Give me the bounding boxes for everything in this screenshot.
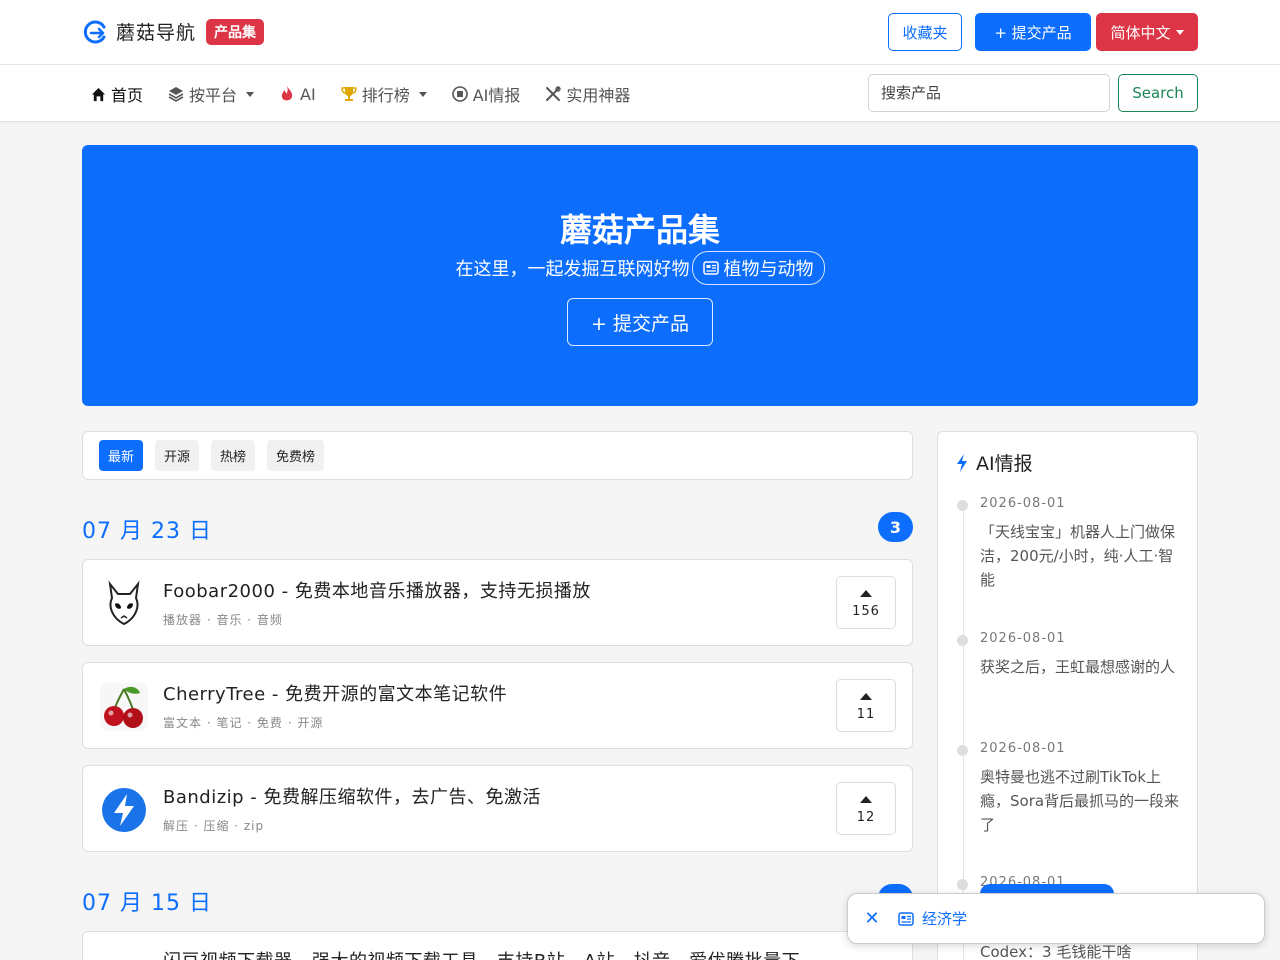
nav-label: AI情报 bbox=[472, 86, 521, 105]
news-date: 2026-08-01 bbox=[980, 631, 1066, 646]
language-dropdown[interactable]: 简体中文 bbox=[1096, 13, 1198, 51]
filter-tab-opensource[interactable]: 开源 bbox=[155, 440, 200, 471]
fire-icon bbox=[278, 85, 296, 103]
news-text[interactable]: 获奖之后，王虹最想感谢的人 bbox=[980, 655, 1180, 679]
chip-icon bbox=[451, 85, 469, 103]
home-icon bbox=[89, 85, 107, 103]
timeline-dot bbox=[957, 500, 968, 511]
filter-tab-latest[interactable]: 最新 bbox=[99, 440, 144, 471]
date-heading: 07 月 15 日 bbox=[82, 891, 212, 916]
nav-label: 排行榜 bbox=[361, 86, 410, 105]
nav-item-ai[interactable]: AI bbox=[278, 82, 316, 106]
hero-category-tag[interactable]: 植物与动物 bbox=[691, 251, 825, 285]
upvote-arrow-icon bbox=[860, 796, 872, 803]
hero-subtitle: 在这里，一起发掘互联网好物 bbox=[455, 259, 690, 280]
hero-tag-label: 植物与动物 bbox=[723, 259, 814, 280]
sidebar-title-text: AI情报 bbox=[976, 453, 1033, 475]
product-tags: 富文本 · 笔记 · 免费 · 开源 bbox=[163, 716, 324, 730]
nav-item-ai-news[interactable]: AI情报 bbox=[451, 82, 521, 106]
vote-count: 11 bbox=[856, 707, 876, 722]
language-label: 简体中文 bbox=[1110, 23, 1171, 42]
hero-banner: 蘑菇产品集 在这里，一起发掘互联网好物 植物与动物 + 提交产品 bbox=[82, 145, 1198, 406]
news-text[interactable]: 奥特曼也逃不过刷TikTok上瘾，Sora背后最抓马的一段来了 bbox=[980, 765, 1180, 837]
nav-label: 按平台 bbox=[189, 86, 238, 105]
nav-item-platform[interactable]: 按平台 bbox=[167, 82, 255, 106]
trophy-icon bbox=[340, 85, 358, 103]
product-tags: 解压 · 压缩 · zip bbox=[163, 819, 265, 833]
brand-logo-icon bbox=[83, 20, 106, 43]
nav-label: 首页 bbox=[111, 86, 144, 105]
nav-item-tools[interactable]: 实用神器 bbox=[544, 82, 630, 106]
chevron-down-icon bbox=[1175, 29, 1184, 35]
close-icon[interactable]: ✕ bbox=[864, 908, 880, 929]
ai-news-sidebar: AI情报 2026-08-01 「天线宝宝」机器人上门做保洁，200元/小时，纯… bbox=[937, 431, 1198, 960]
brand-name: 蘑菇导航 bbox=[116, 22, 197, 44]
tools-icon bbox=[544, 85, 562, 103]
upvote-button[interactable]: 12 bbox=[836, 782, 896, 835]
timeline-dot bbox=[957, 879, 968, 890]
top-bar: 蘑菇导航 产品集 收藏夹 + 提交产品 简体中文 bbox=[0, 0, 1280, 65]
product-title[interactable]: 闪豆视频下载器 - 强大的视频下载工具，支持B站、A站、抖音、爱优腾批量下 bbox=[163, 947, 800, 960]
search-button[interactable]: Search bbox=[1118, 74, 1198, 112]
layers-icon bbox=[167, 85, 185, 103]
search-input[interactable] bbox=[868, 74, 1110, 112]
upvote-arrow-icon bbox=[860, 590, 872, 597]
nav-label: AI bbox=[300, 84, 316, 104]
timeline-line bbox=[963, 502, 964, 960]
upvote-button[interactable]: 156 bbox=[836, 576, 896, 629]
favorites-button[interactable]: 收藏夹 bbox=[888, 13, 962, 51]
nav-menu: 首页 按平台 AI 排行榜 AI情报 实用神器 bbox=[89, 82, 654, 106]
product-card[interactable]: Foobar2000 - 免费本地音乐播放器，支持无损播放 播放器 · 音乐 ·… bbox=[82, 559, 913, 646]
chevron-down-icon bbox=[418, 91, 427, 97]
product-tags: 播放器 · 音乐 · 音频 bbox=[163, 613, 283, 627]
category-toast[interactable]: ✕ 经济学 bbox=[847, 893, 1265, 944]
product-title[interactable]: CherryTree - 免费开源的富文本笔记软件 bbox=[163, 680, 507, 706]
filter-tab-free[interactable]: 免费榜 bbox=[267, 440, 325, 471]
lightning-icon bbox=[957, 453, 967, 472]
timeline-dot bbox=[957, 745, 968, 756]
alien-logo-icon bbox=[108, 580, 140, 626]
toast-content[interactable]: 经济学 bbox=[898, 908, 967, 929]
nav-item-ranking[interactable]: 排行榜 bbox=[340, 82, 427, 106]
product-title[interactable]: Foobar2000 - 免费本地音乐播放器，支持无损播放 bbox=[163, 577, 591, 603]
hero-subtitle-row: 在这里，一起发掘互联网好物 植物与动物 bbox=[82, 251, 1198, 285]
news-card-icon bbox=[702, 261, 719, 275]
brand[interactable]: 蘑菇导航 产品集 bbox=[82, 18, 265, 45]
filter-tabs: 最新 开源 热榜 免费榜 bbox=[82, 431, 913, 480]
vote-count: 12 bbox=[856, 810, 876, 825]
toast-label: 经济学 bbox=[922, 910, 968, 928]
chevron-down-icon bbox=[246, 91, 255, 97]
cherry-logo-icon bbox=[100, 683, 148, 731]
hero-submit-button[interactable]: + 提交产品 bbox=[567, 298, 713, 346]
date-heading: 07 月 23 日 bbox=[82, 519, 212, 544]
upvote-arrow-icon bbox=[860, 693, 872, 700]
news-date: 2026-08-01 bbox=[980, 741, 1066, 756]
upvote-button[interactable]: 11 bbox=[836, 679, 896, 732]
news-text[interactable]: 「天线宝宝」机器人上门做保洁，200元/小时，纯·人工·智能 bbox=[980, 520, 1180, 592]
product-card[interactable]: Bandizip - 免费解压缩软件，去广告、免激活 解压 · 压缩 · zip… bbox=[82, 765, 913, 852]
lightning-logo-icon bbox=[102, 788, 146, 832]
nav-label: 实用神器 bbox=[566, 86, 631, 105]
sidebar-title: AI情报 bbox=[956, 449, 1033, 476]
product-card[interactable]: CherryTree - 免费开源的富文本笔记软件 富文本 · 笔记 · 免费 … bbox=[82, 662, 913, 749]
count-badge: 3 bbox=[878, 512, 913, 542]
news-date: 2026-08-01 bbox=[980, 496, 1066, 511]
hero-title: 蘑菇产品集 bbox=[559, 211, 720, 249]
product-title[interactable]: Bandizip - 免费解压缩软件，去广告、免激活 bbox=[163, 783, 541, 809]
submit-product-button[interactable]: + 提交产品 bbox=[975, 13, 1091, 51]
filter-tab-hot[interactable]: 热榜 bbox=[211, 440, 256, 471]
news-card-icon bbox=[898, 911, 914, 926]
brand-badge: 产品集 bbox=[206, 18, 265, 45]
timeline-dot bbox=[957, 635, 968, 646]
vote-count: 156 bbox=[852, 604, 880, 619]
product-card[interactable]: 闪豆视频下载器 - 强大的视频下载工具，支持B站、A站、抖音、爱优腾批量下 bbox=[82, 931, 913, 960]
nav-item-home[interactable]: 首页 bbox=[89, 82, 143, 106]
